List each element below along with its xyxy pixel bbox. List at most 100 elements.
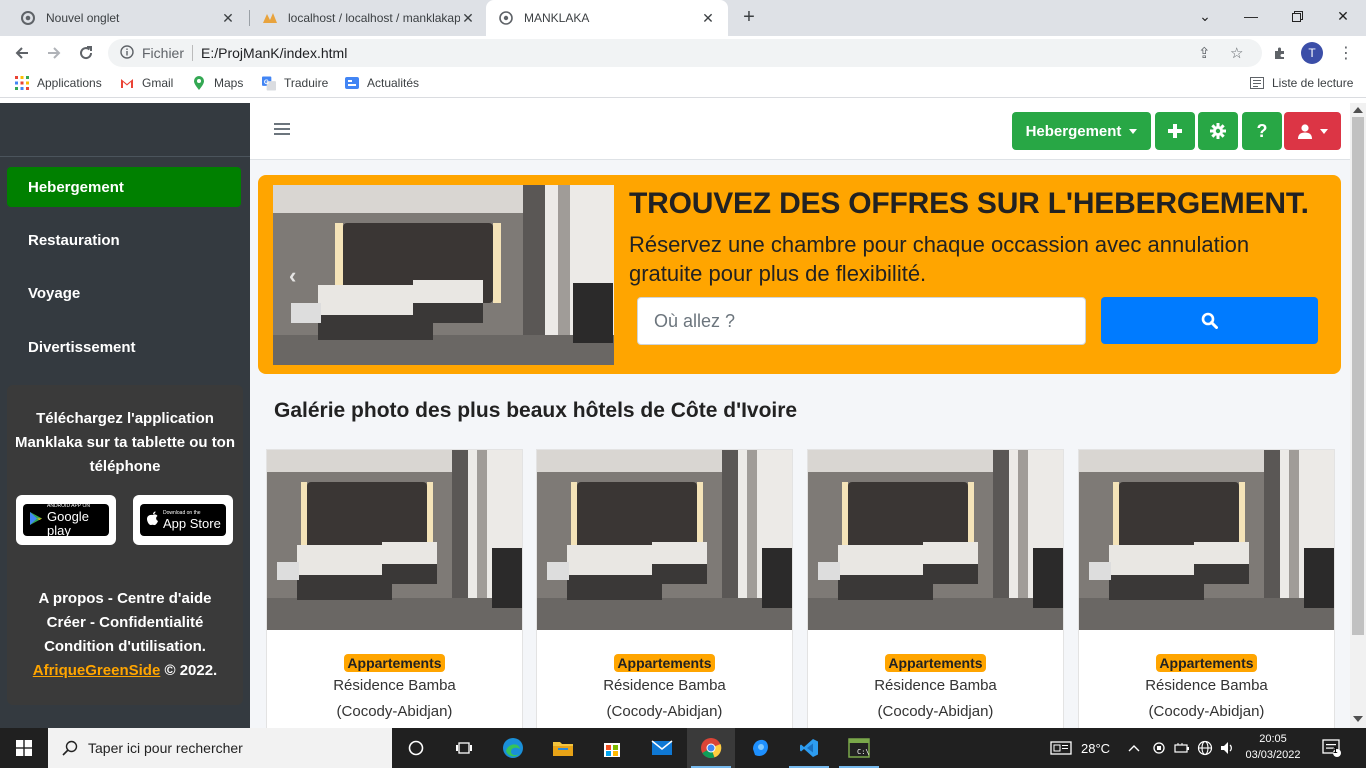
add-button[interactable] (1155, 112, 1195, 150)
weather-icon (1050, 741, 1072, 755)
weather-widget[interactable]: 28°C (1050, 728, 1110, 768)
app-store-button[interactable]: Download on the App Store (133, 495, 233, 545)
share-icon[interactable]: ⇪ (1198, 44, 1211, 62)
power-icon[interactable] (1174, 728, 1190, 768)
svg-text:G: G (264, 78, 269, 85)
apps-grid-icon (15, 76, 29, 90)
address-bar[interactable]: Fichier E:/ProjManK/index.html ⇪ ☆ (108, 39, 1262, 67)
apple-icon (146, 511, 159, 530)
tab-phpmyadmin[interactable]: localhost / localhost / manklakap ✕ (250, 0, 488, 36)
hebergement-dropdown-button[interactable]: Hebergement (1012, 112, 1151, 150)
footer-links-line3[interactable]: Condition d'utilisation. (7, 635, 243, 659)
close-tab-icon[interactable]: ✕ (700, 10, 716, 27)
sidebar-item-restauration[interactable]: Restauration (7, 220, 241, 260)
file-explorer-icon[interactable] (539, 728, 587, 768)
bookmark-maps[interactable]: Maps (192, 75, 243, 90)
mail-icon[interactable] (638, 728, 686, 768)
cortana-icon[interactable] (392, 728, 440, 768)
user-menu-button[interactable] (1284, 112, 1341, 150)
clock-date: 03/03/2022 (1245, 749, 1301, 761)
hotel-card[interactable]: Appartements Résidence Bamba (Cocody-Abi… (536, 449, 793, 728)
bookmark-label: Gmail (142, 76, 174, 90)
category-badge: Appartements (885, 654, 986, 672)
hotel-card[interactable]: Appartements Résidence Bamba (Cocody-Abi… (807, 449, 1064, 728)
footer-links-line1[interactable]: A propos - Centre d'aide (7, 587, 243, 611)
hamburger-menu-icon[interactable] (274, 121, 290, 137)
app-store-badge: Download on the App Store (140, 504, 226, 536)
network-globe-icon[interactable] (1197, 728, 1213, 768)
hero-banner: ‹ TROUVEZ DES OFFRES SUR L'HEBERGEMENT. … (258, 175, 1341, 374)
close-window-icon[interactable]: ✕ (1320, 0, 1366, 32)
help-button[interactable]: ? (1242, 112, 1282, 150)
scroll-up-icon[interactable] (1353, 107, 1363, 113)
footer-links-line2[interactable]: Créer - Confidentialité (7, 611, 243, 635)
close-tab-icon[interactable]: ✕ (460, 10, 476, 27)
phpmyadmin-icon (262, 10, 278, 26)
sidebar-item-hebergement[interactable]: Hebergement (7, 167, 241, 207)
hotel-photo[interactable] (537, 450, 792, 630)
hotel-card[interactable]: Appartements Résidence Bamba (Cocody-Abi… (1078, 449, 1335, 728)
hotel-photo[interactable] (1079, 450, 1334, 630)
vertical-scrollbar[interactable] (1350, 103, 1366, 728)
app-taskbar-icon[interactable] (736, 728, 784, 768)
taskbar-search-box[interactable]: Taper ici pour rechercher (48, 728, 392, 768)
scroll-down-icon[interactable] (1353, 716, 1363, 722)
hotel-photo[interactable] (808, 450, 1063, 630)
tab-new-tab[interactable]: Nouvel onglet ✕ (8, 0, 248, 36)
profile-avatar[interactable]: T (1301, 42, 1323, 64)
windows-taskbar: Taper ici pour rechercher C:\ 28°C 20:05… (0, 728, 1366, 768)
url-text[interactable]: E:/ProjManK/index.html (201, 45, 347, 61)
bookmark-gmail[interactable]: Gmail (120, 76, 173, 90)
top-navbar: Hebergement ? (250, 103, 1350, 160)
notification-center-icon[interactable]: 1 (1322, 728, 1342, 768)
url-scheme: Fichier (142, 45, 185, 61)
microsoft-store-icon[interactable] (588, 728, 636, 768)
info-icon[interactable] (120, 44, 134, 62)
back-icon[interactable] (9, 40, 35, 66)
bookmark-label: Applications (37, 76, 102, 90)
scrollbar-thumb[interactable] (1352, 117, 1364, 635)
tab-manklaka[interactable]: MANKLAKA ✕ (486, 0, 728, 36)
settings-button[interactable] (1198, 112, 1238, 150)
sidebar-brand-area (0, 103, 250, 157)
carousel-prev-icon[interactable]: ‹ (289, 263, 296, 289)
hotel-photo[interactable] (267, 450, 522, 630)
close-tab-icon[interactable]: ✕ (220, 10, 236, 27)
reading-list[interactable]: Liste de lecture (1250, 76, 1353, 90)
chrome-taskbar-icon[interactable] (687, 728, 735, 768)
vscode-icon[interactable] (785, 728, 833, 768)
bookmark-star-icon[interactable]: ☆ (1230, 44, 1243, 62)
forward-icon[interactable] (41, 40, 67, 66)
app-download-panel: Téléchargez l'application Manklaka sur t… (7, 385, 243, 705)
search-button[interactable] (1101, 297, 1318, 344)
extensions-icon[interactable] (1267, 40, 1293, 66)
bookmark-traduire[interactable]: G Traduire (262, 76, 328, 90)
edge-icon[interactable] (489, 728, 537, 768)
reading-list-label: Liste de lecture (1272, 76, 1354, 90)
tray-expand-icon[interactable] (1128, 728, 1140, 768)
hotel-card[interactable]: Appartements Résidence Bamba (Cocody-Abi… (266, 449, 523, 728)
bookmark-actualites[interactable]: Actualités (345, 76, 419, 90)
new-tab-button[interactable]: + (738, 6, 760, 28)
device-icon[interactable] (1152, 728, 1166, 768)
windows-logo-icon (16, 740, 32, 756)
sidebar-item-divertissement[interactable]: Divertissement (7, 327, 241, 367)
reload-icon[interactable] (73, 40, 99, 66)
volume-icon[interactable] (1220, 728, 1236, 768)
destination-search-input[interactable] (637, 297, 1086, 345)
menu-kebab-icon[interactable]: ⋮ (1333, 40, 1359, 66)
taskbar-clock[interactable]: 20:05 03/03/2022 (1238, 731, 1308, 763)
sidebar-item-label: Hebergement (28, 178, 124, 196)
sidebar-item-voyage[interactable]: Voyage (7, 273, 241, 313)
minimize-icon[interactable]: — (1228, 0, 1274, 32)
windows-start-button[interactable] (0, 728, 48, 768)
terminal-icon[interactable]: C:\ (835, 728, 883, 768)
google-play-button[interactable]: ANDROID APP ON Google play (16, 495, 116, 545)
restore-icon[interactable] (1274, 0, 1320, 32)
hotel-location: (Cocody-Abidjan) (606, 703, 723, 720)
bookmark-applications[interactable]: Applications (15, 76, 102, 90)
notification-count: 1 (1333, 746, 1338, 755)
company-link[interactable]: AfriqueGreenSide (33, 662, 161, 679)
tab-search-icon[interactable]: ⌄ (1182, 0, 1228, 32)
task-view-icon[interactable] (440, 728, 488, 768)
